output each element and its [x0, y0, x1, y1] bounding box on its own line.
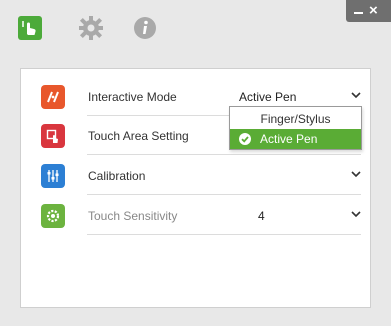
chevron-down-icon[interactable] [349, 207, 363, 221]
divider [87, 234, 361, 235]
check-circle-icon [239, 133, 251, 145]
dropdown-option-finger-stylus[interactable]: Finger/Stylus [230, 109, 361, 129]
gear-icon[interactable] [77, 14, 105, 42]
window-controls: × [346, 0, 391, 22]
interactive-mode-value[interactable]: Active Pen [239, 90, 296, 104]
dropdown-option-active-pen[interactable]: Active Pen [230, 129, 361, 149]
chevron-down-icon[interactable] [349, 88, 363, 102]
settings-panel: Interactive Mode Active Pen Touch Area S… [20, 68, 371, 308]
touch-hand-icon[interactable] [16, 14, 44, 42]
row-label-interactive-mode: Interactive Mode [88, 90, 177, 104]
interactive-mode-dropdown: Finger/Stylus Active Pen [229, 106, 362, 150]
pen-touch-icon [41, 85, 65, 109]
top-toolbar: × [0, 0, 391, 58]
touch-area-icon [41, 124, 65, 148]
info-icon[interactable] [131, 14, 159, 42]
row-label-touch-sensitivity: Touch Sensitivity [88, 209, 178, 223]
settings-row-touch-sensitivity[interactable]: Touch Sensitivity 4 [21, 197, 370, 237]
row-label-calibration: Calibration [88, 169, 146, 183]
row-label-touch-area: Touch Area Setting [88, 129, 189, 143]
divider [87, 154, 361, 155]
close-button[interactable]: × [369, 2, 378, 20]
sliders-icon [41, 164, 65, 188]
minimize-button[interactable] [354, 12, 363, 14]
touch-sensitivity-value[interactable]: 4 [258, 209, 265, 223]
settings-row-calibration[interactable]: Calibration [21, 157, 370, 197]
gear-hand-icon [41, 204, 65, 228]
divider [87, 194, 361, 195]
dropdown-option-label: Active Pen [260, 132, 318, 146]
chevron-down-icon[interactable] [349, 167, 363, 181]
